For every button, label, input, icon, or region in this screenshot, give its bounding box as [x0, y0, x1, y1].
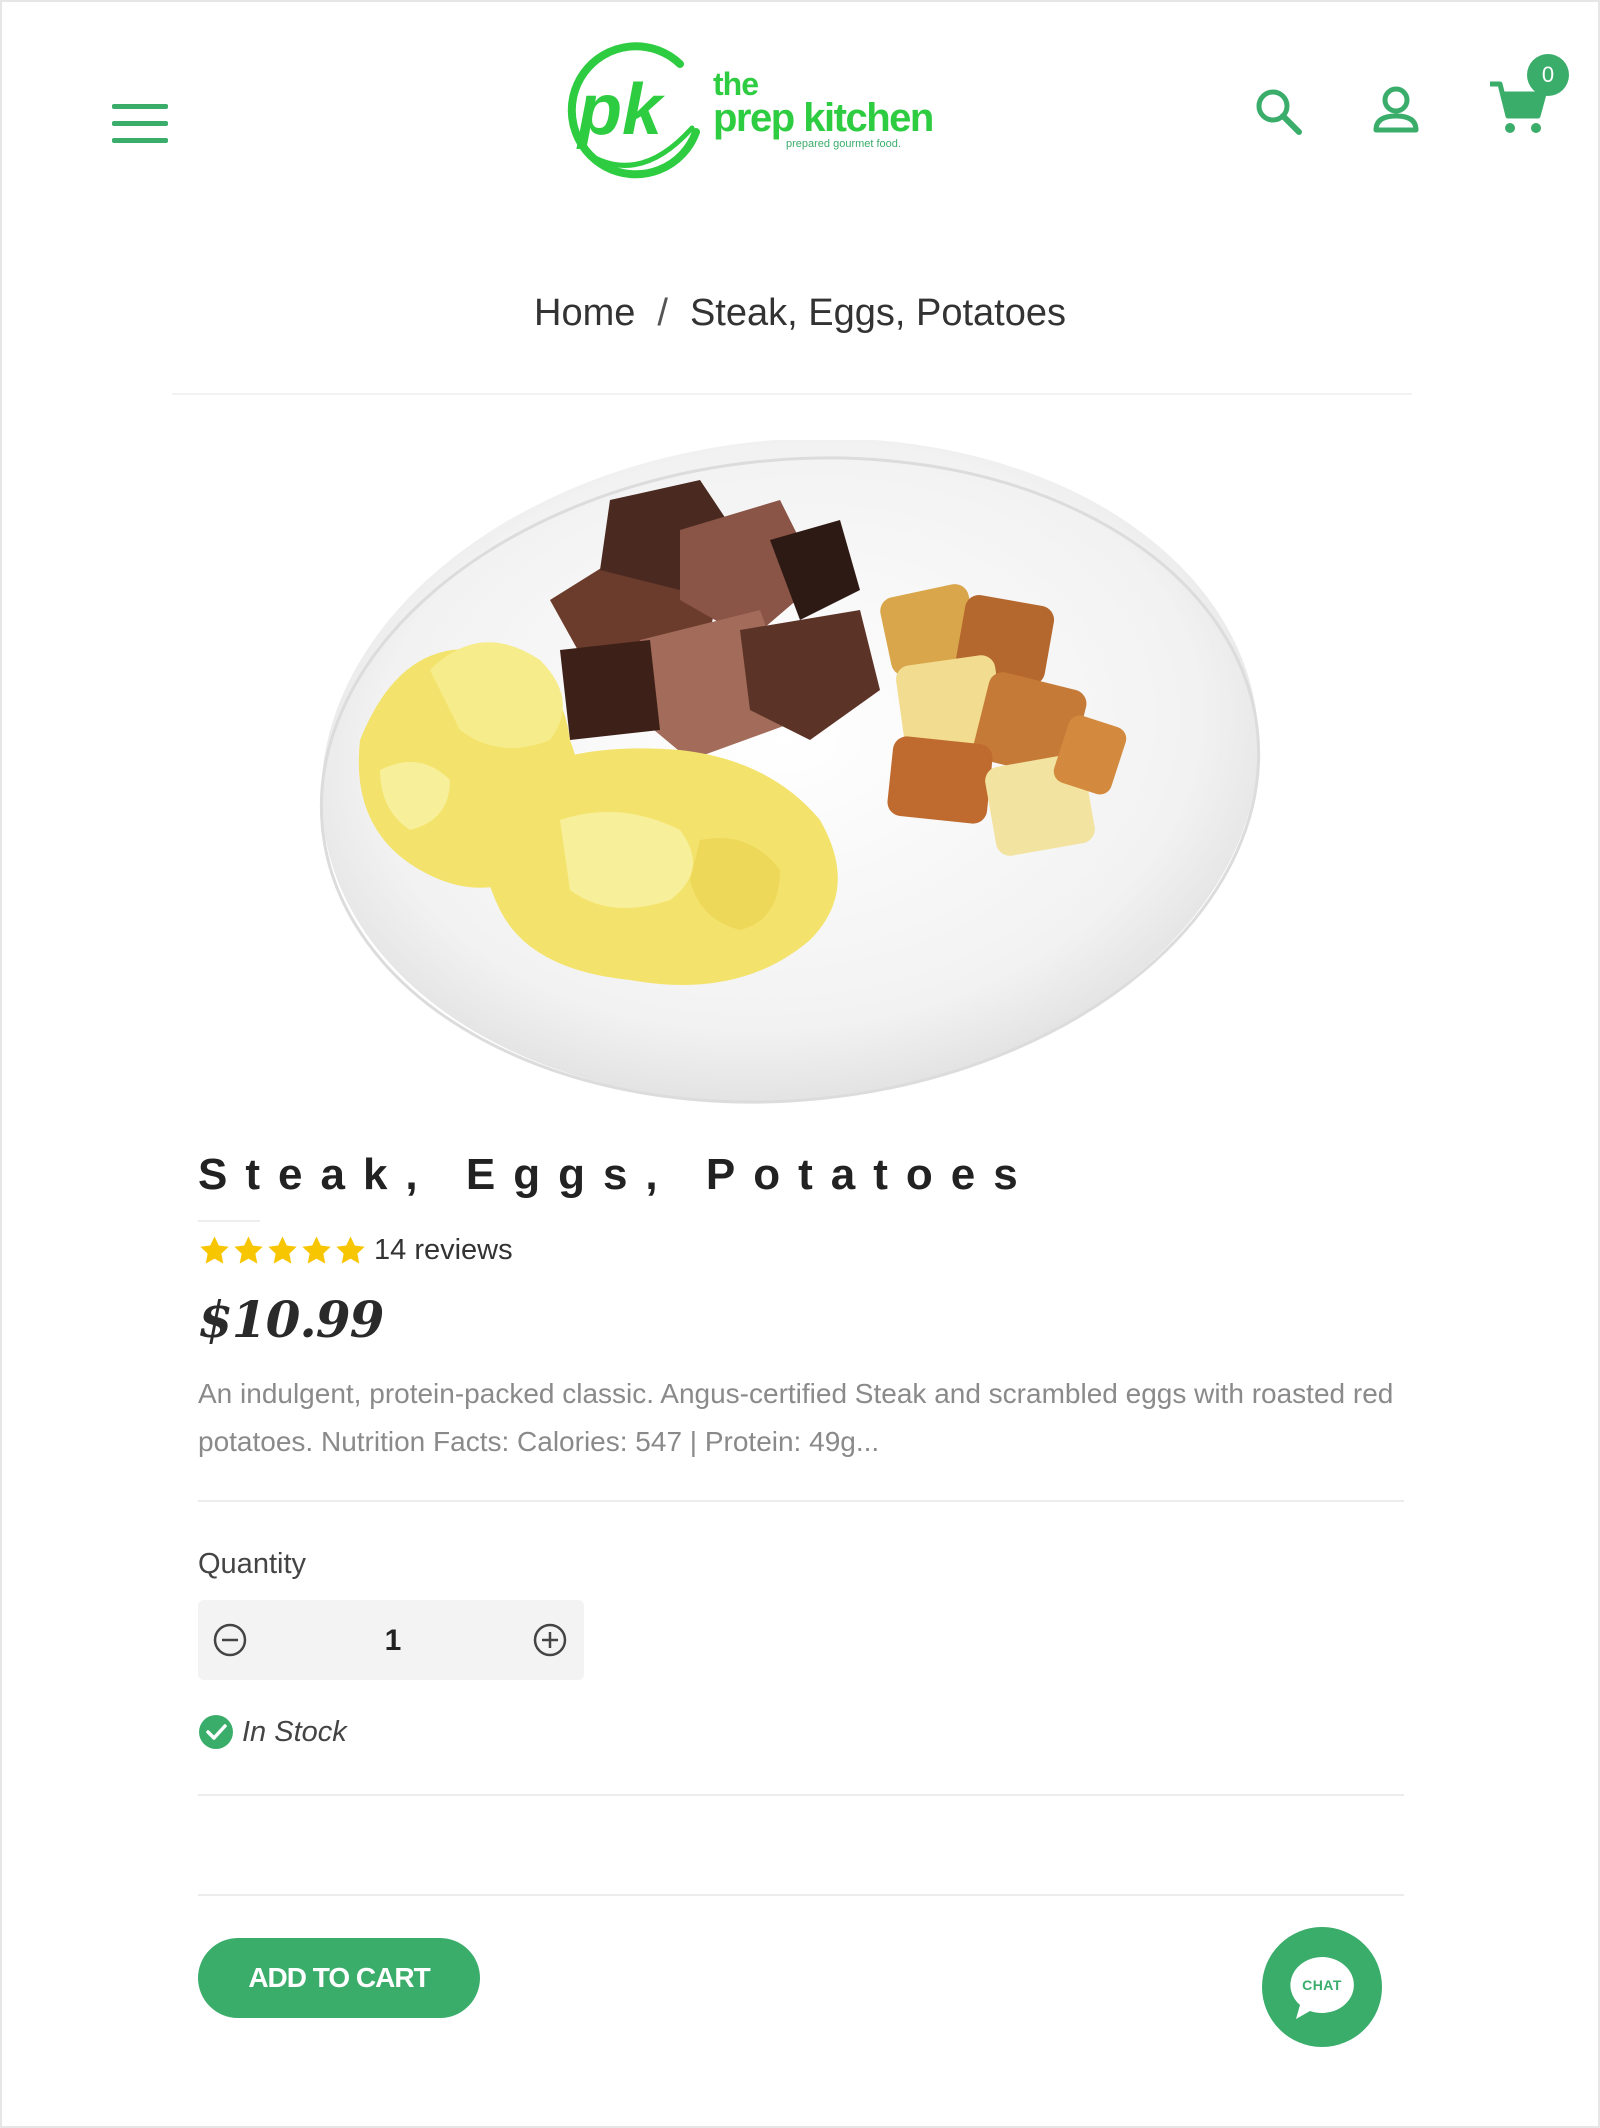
chat-button[interactable]: CHAT [1262, 1927, 1382, 2047]
quantity-label: Quantity [198, 1548, 306, 1580]
star-icon [200, 1235, 229, 1264]
logo-text-name: prep kitchen [713, 96, 934, 140]
check-circle-icon [199, 1715, 233, 1749]
plus-icon[interactable] [530, 1620, 570, 1660]
breadcrumb: Home / Steak, Eggs, Potatoes [0, 292, 1600, 335]
cart-count-badge: 0 [1527, 54, 1569, 96]
logo-mark-text: pk [576, 70, 666, 150]
account-icon[interactable] [1370, 84, 1422, 136]
minus-icon[interactable] [210, 1620, 250, 1660]
product-price: $10.99 [198, 1290, 384, 1349]
divider [198, 1894, 1404, 1896]
title-underline [198, 1220, 260, 1222]
quantity-stepper [198, 1600, 584, 1680]
breadcrumb-home[interactable]: Home [534, 292, 635, 334]
chat-label: CHAT [1302, 1977, 1342, 1993]
quantity-input[interactable] [278, 1618, 508, 1664]
search-icon[interactable] [1253, 86, 1305, 138]
stock-status: In Stock [198, 1714, 347, 1750]
star-icon [268, 1235, 297, 1264]
review-count-link[interactable]: 14 reviews [374, 1234, 513, 1267]
hamburger-menu-icon[interactable] [112, 104, 168, 144]
product-description: An indulgent, protein-packed classic. An… [198, 1378, 1394, 1457]
stock-status-text: In Stock [242, 1715, 347, 1748]
product-title: Steak, Eggs, Potatoes [198, 1150, 1036, 1199]
breadcrumb-separator: / [657, 292, 668, 334]
add-to-cart-button[interactable]: ADD TO CART [198, 1938, 480, 2018]
logo-tagline: prepared gourmet food. [786, 138, 901, 150]
breadcrumb-current: Steak, Eggs, Potatoes [689, 292, 1066, 334]
divider [172, 393, 1412, 395]
logo[interactable]: pk the prep kitchen prepared gourmet foo… [560, 36, 934, 186]
star-icon [336, 1235, 365, 1264]
logo-mark-icon: pk [567, 42, 700, 179]
product-image[interactable] [300, 440, 1290, 1110]
star-icon [302, 1235, 331, 1264]
star-icon [234, 1235, 263, 1264]
divider [198, 1500, 1404, 1502]
divider [198, 1794, 1404, 1796]
rating: 14 reviews [198, 1228, 513, 1272]
